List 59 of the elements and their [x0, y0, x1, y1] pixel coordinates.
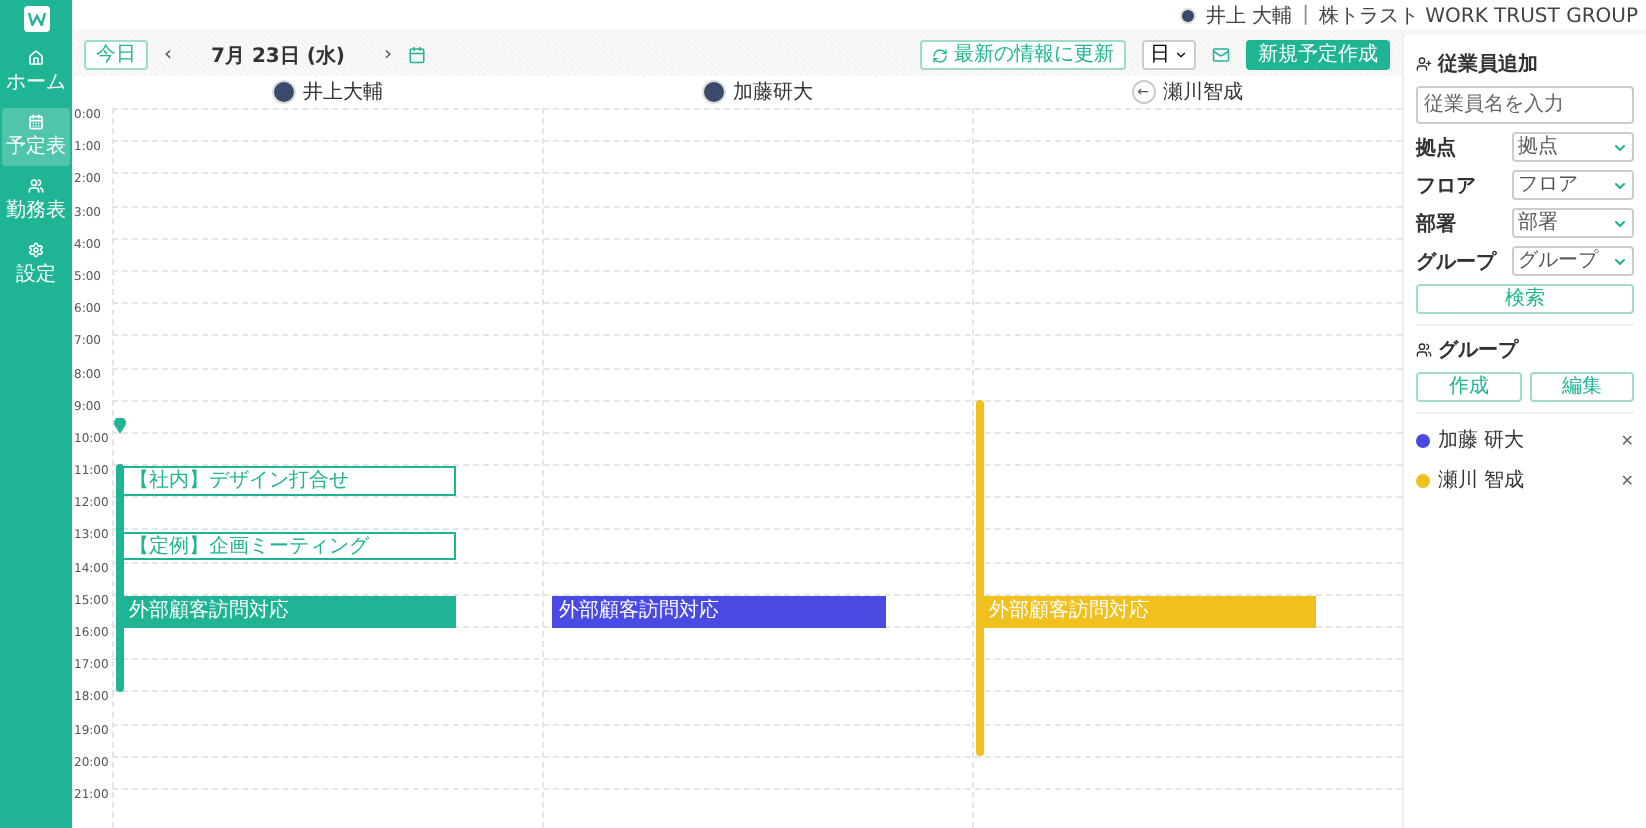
name-input-field[interactable]: 従業員名を入力: [1416, 86, 1634, 124]
pin-icon: [114, 418, 126, 434]
mail-icon[interactable]: [1212, 46, 1230, 64]
member-name: 瀬川智成: [1163, 79, 1243, 106]
add-user-icon: [1416, 56, 1432, 72]
calendar-icon[interactable]: [408, 46, 426, 64]
refresh-button[interactable]: 最新の情報に更新: [920, 40, 1126, 70]
group-title: グループ: [1438, 336, 1518, 364]
edit-group-button[interactable]: 編集: [1529, 372, 1634, 402]
calendar-event[interactable]: 外部顧客訪問対応: [122, 596, 457, 629]
chevron-down-icon: [1612, 177, 1628, 193]
calendar-icon: [28, 114, 44, 130]
filter-label: グループ: [1416, 248, 1499, 275]
member-name: 加藤研大: [733, 79, 813, 106]
panel-title: 従業員追加: [1438, 51, 1538, 78]
next-button[interactable]: ›: [384, 44, 392, 66]
chevron-down-icon: [1174, 48, 1188, 62]
separator: |: [1302, 4, 1309, 26]
company-name: 株トラスト WORK TRUST GROUP: [1318, 3, 1638, 29]
users-icon: [1416, 342, 1432, 358]
sidebar-item[interactable]: 勤務表: [2, 172, 70, 230]
sidebar-item[interactable]: 予定表: [2, 108, 70, 166]
filter-label: 部署: [1416, 211, 1458, 237]
sidebar-item[interactable]: ホーム: [2, 44, 70, 102]
prev-button[interactable]: ‹: [164, 44, 172, 66]
users-icon: [28, 178, 44, 194]
calendar-event[interactable]: 外部顧客訪問対応: [552, 596, 887, 629]
date-title: 7月 23日 (水): [209, 43, 347, 69]
calendar-event[interactable]: 【定例】企画ミーティング: [122, 531, 457, 561]
user-avatar: [1179, 7, 1196, 23]
calendar-event[interactable]: 【社内】デザイン打合せ: [122, 466, 457, 496]
filter-label: 拠点: [1416, 135, 1458, 161]
refresh-icon: [932, 47, 948, 63]
member-name: 井上大輔: [303, 79, 383, 106]
chevron-down-icon: [1612, 253, 1628, 269]
filter-select[interactable]: 拠点: [1512, 132, 1634, 162]
user-name: 井上 大輔: [1205, 3, 1293, 29]
sidebar-item[interactable]: 設定: [2, 236, 70, 294]
settings-icon: [28, 242, 44, 258]
logo-icon: [23, 6, 49, 32]
home-icon: [28, 50, 44, 66]
chevron-down-icon: [1612, 215, 1628, 231]
today-button[interactable]: 今日: [84, 40, 148, 70]
filter-select[interactable]: フロア: [1512, 170, 1634, 200]
chevron-down-icon: [1612, 139, 1628, 155]
create-event-button[interactable]: 新規予定作成: [1246, 40, 1390, 70]
avatar-icon: [271, 80, 295, 104]
calendar-event[interactable]: 外部顧客訪問対応: [982, 596, 1317, 629]
remove-button[interactable]: ✕: [1620, 431, 1634, 449]
member-name: 瀬川 智成: [1438, 467, 1527, 494]
filter-select[interactable]: 部署: [1512, 208, 1634, 238]
avatar-icon: [701, 80, 725, 104]
view-select[interactable]: 日: [1142, 40, 1196, 70]
create-group-button[interactable]: 作成: [1416, 372, 1521, 402]
remove-button[interactable]: ✕: [1620, 471, 1634, 489]
member-name: 加藤 研大: [1438, 427, 1527, 454]
filter-label: フロア: [1416, 173, 1478, 199]
filter-select[interactable]: グループ: [1512, 246, 1634, 276]
search-button[interactable]: 検索: [1416, 284, 1634, 314]
